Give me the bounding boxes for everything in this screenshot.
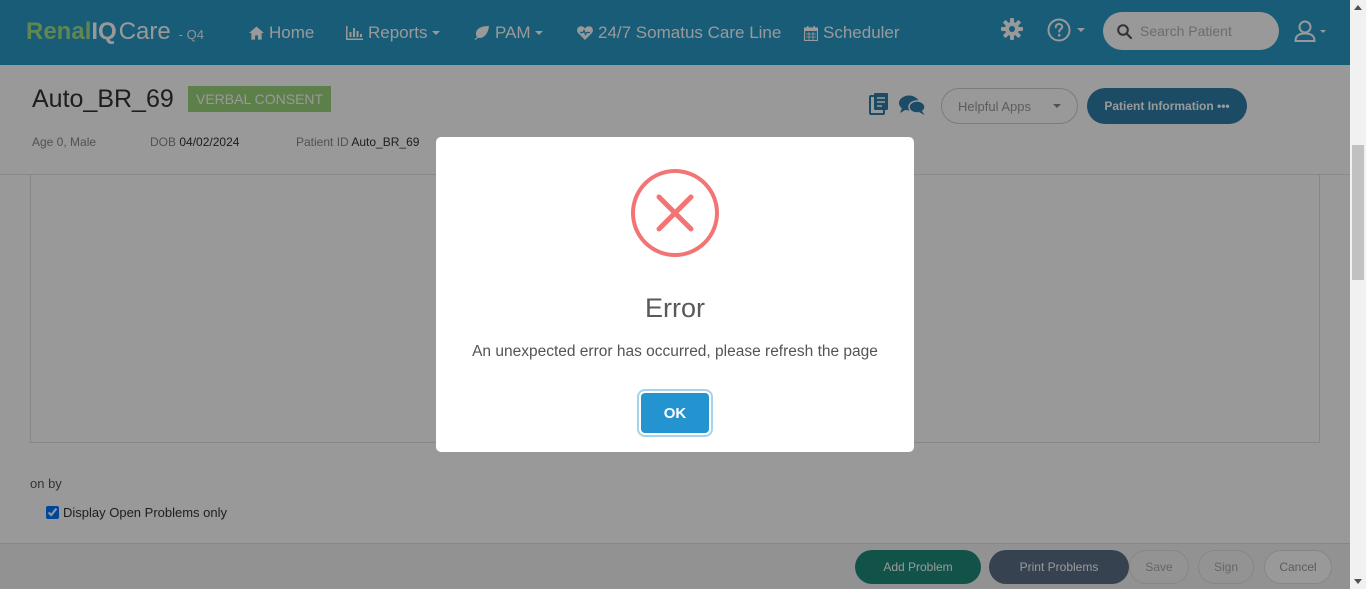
scrollbar-thumb[interactable] [1352,145,1364,280]
scroll-down-icon[interactable] [1354,579,1362,584]
dialog-message: An unexpected error has occurred, please… [472,343,878,360]
error-x-icon [631,169,719,257]
scroll-up-icon[interactable] [1354,5,1362,10]
dialog-title: Error [645,293,705,323]
ok-button[interactable]: OK [641,393,709,433]
page-scrollbar[interactable] [1350,0,1366,589]
error-dialog: Error An unexpected error has occurred, … [436,137,914,452]
